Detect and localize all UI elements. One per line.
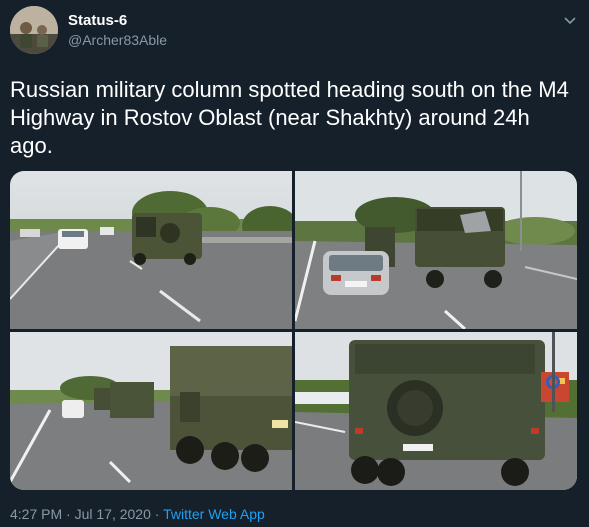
user-handle[interactable]: @Archer83Able xyxy=(68,32,167,48)
tweet-card: Status-6 @Archer83Able Russian military … xyxy=(0,0,589,527)
avatar-image xyxy=(10,6,58,54)
meta-separator: · xyxy=(66,506,71,522)
photo-3[interactable] xyxy=(10,332,292,490)
media-grid xyxy=(10,171,577,490)
avatar[interactable] xyxy=(10,6,58,54)
photo-1-image xyxy=(10,171,292,329)
tweet-meta: 4:27 PM · Jul 17, 2020 · Twitter Web App xyxy=(10,506,265,522)
photo-3-image xyxy=(10,332,292,490)
tweet-source[interactable]: Twitter Web App xyxy=(163,506,265,522)
photo-1[interactable] xyxy=(10,171,292,329)
photo-2-image xyxy=(295,171,577,329)
meta-separator-2: · xyxy=(154,506,160,522)
tweet-time[interactable]: 4:27 PM xyxy=(10,506,62,522)
tweet-text: Russian military column spotted heading … xyxy=(10,77,569,158)
photo-4-image xyxy=(295,332,577,490)
chevron-down-icon[interactable] xyxy=(562,12,578,28)
tweet-date[interactable]: Jul 17, 2020 xyxy=(75,506,151,522)
display-name[interactable]: Status-6 xyxy=(68,12,127,29)
photo-2[interactable] xyxy=(295,171,577,329)
photo-4[interactable] xyxy=(295,332,577,490)
